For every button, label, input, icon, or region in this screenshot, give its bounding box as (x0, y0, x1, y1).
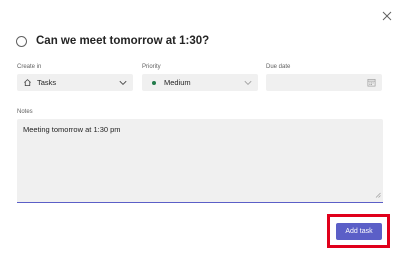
priority-value: Medium (164, 78, 191, 87)
create-in-value: Tasks (37, 78, 57, 87)
due-date-label: Due date (266, 64, 291, 70)
priority-dropdown[interactable]: Medium (142, 74, 258, 91)
chevron-down-icon (119, 79, 127, 88)
calendar-icon[interactable] (367, 78, 376, 89)
notes-label: Notes (17, 109, 33, 115)
close-button[interactable] (380, 9, 394, 23)
close-icon (382, 11, 392, 21)
add-task-dialog: Can we meet tomorrow at 1:30? Create in … (0, 0, 399, 256)
chevron-down-icon (244, 79, 252, 88)
resize-handle-icon[interactable] (375, 191, 381, 200)
priority-dot-icon (152, 80, 156, 85)
add-task-button[interactable]: Add task (336, 223, 382, 240)
create-in-label: Create in (17, 64, 42, 70)
home-icon (23, 78, 32, 87)
task-title-row: Can we meet tomorrow at 1:30? (16, 33, 209, 49)
priority-label: Priority (142, 64, 161, 70)
notes-value: Meeting tomorrow at 1:30 pm (23, 125, 121, 134)
notes-textarea[interactable]: Meeting tomorrow at 1:30 pm (17, 119, 383, 203)
complete-task-radio[interactable] (16, 35, 27, 47)
due-date-picker[interactable] (266, 74, 382, 91)
task-title[interactable]: Can we meet tomorrow at 1:30? (36, 35, 209, 47)
create-in-dropdown[interactable]: Tasks (17, 74, 133, 91)
